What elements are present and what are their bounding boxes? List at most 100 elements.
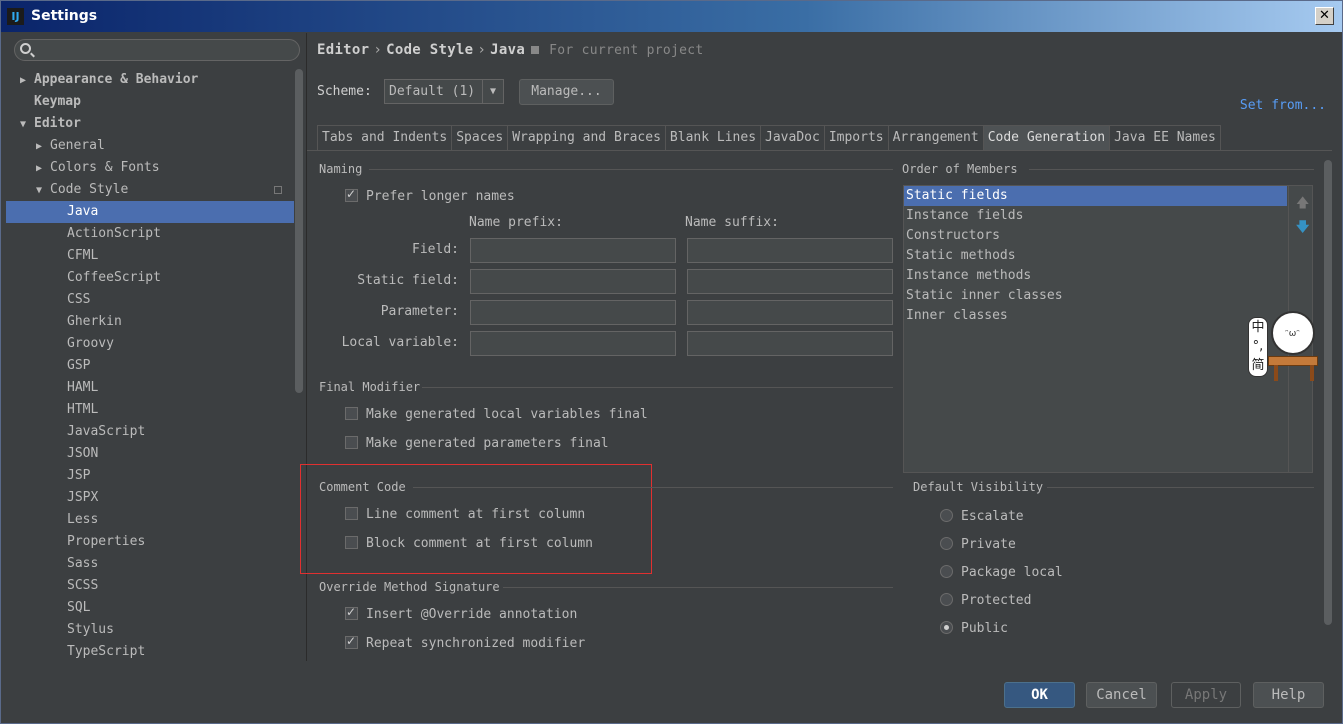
apply-button[interactable]: Apply xyxy=(1171,682,1241,708)
radio-button[interactable] xyxy=(940,537,953,550)
local-variable-prefix-input[interactable] xyxy=(470,331,676,356)
tree-item-actionscript[interactable]: ActionScript xyxy=(6,223,294,245)
tab-tabs-and-indents[interactable]: Tabs and Indents xyxy=(317,125,453,151)
tree-item-sass[interactable]: Sass xyxy=(6,553,294,575)
tree-item-jsp[interactable]: JSP xyxy=(6,465,294,487)
local-variable-suffix-input[interactable] xyxy=(687,331,893,356)
close-icon[interactable]: ✕ xyxy=(1315,7,1334,25)
cancel-button[interactable]: Cancel xyxy=(1086,682,1157,708)
chevron-down-icon[interactable]: ▼ xyxy=(36,180,50,202)
list-item[interactable]: Constructors xyxy=(904,226,1287,246)
content-scrollbar[interactable] xyxy=(1324,160,1332,625)
repeat-synchronized-checkbox[interactable]: Repeat synchronized modifier xyxy=(345,634,585,651)
tree-item-code-style[interactable]: ▼ Code Style xyxy=(6,179,294,201)
field-suffix-input[interactable] xyxy=(687,238,893,263)
checkbox-checked[interactable] xyxy=(345,187,358,202)
naming-title: Naming xyxy=(319,162,363,176)
tree-item-label: JSP xyxy=(67,468,91,483)
ime-mascot-icon[interactable]: 中 °, 简 ᵔωᵔ xyxy=(1244,301,1319,383)
checkbox-unchecked[interactable] xyxy=(345,507,358,520)
tree-item-keymap[interactable]: Keymap xyxy=(6,91,294,113)
tree-item-haml[interactable]: HAML xyxy=(6,377,294,399)
list-item[interactable]: Inner classes xyxy=(904,306,1287,326)
checkbox-unchecked[interactable] xyxy=(345,536,358,549)
tree-item-scss[interactable]: SCSS xyxy=(6,575,294,597)
list-item[interactable]: Instance methods xyxy=(904,266,1287,286)
tree-item-sql[interactable]: SQL xyxy=(6,597,294,619)
tab-blank-lines[interactable]: Blank Lines xyxy=(664,125,762,151)
tree-item-editor[interactable]: ▼ Editor xyxy=(6,113,294,135)
prefer-longer-names-checkbox[interactable]: Prefer longer names xyxy=(345,187,515,204)
radio-protected[interactable]: Protected xyxy=(940,593,1031,608)
parameter-prefix-input[interactable] xyxy=(470,300,676,325)
list-item[interactable]: Static inner classes xyxy=(904,286,1287,306)
tab-spaces[interactable]: Spaces xyxy=(451,125,509,151)
tree-item-jspx[interactable]: JSPX xyxy=(6,487,294,509)
chevron-right-icon[interactable]: ▶ xyxy=(20,70,34,92)
tree-item-typescript[interactable]: TypeScript xyxy=(6,641,294,661)
tree-item-groovy[interactable]: Groovy xyxy=(6,333,294,355)
sidebar-scrollbar[interactable] xyxy=(295,69,303,393)
move-down-icon[interactable]: 🡇 xyxy=(1296,218,1309,240)
tab-imports[interactable]: Imports xyxy=(823,125,889,151)
line-comment-checkbox[interactable]: Line comment at first column xyxy=(345,507,585,522)
tab-code-generation[interactable]: Code Generation xyxy=(982,125,1111,151)
field-prefix-input[interactable] xyxy=(470,238,676,263)
ime-language-indicator[interactable]: 中 °, 简 xyxy=(1248,317,1268,377)
insert-override-checkbox[interactable]: Insert @Override annotation xyxy=(345,605,577,622)
radio-public[interactable]: Public xyxy=(940,621,1008,636)
checkbox-unchecked[interactable] xyxy=(345,436,358,449)
tab-java-ee-names[interactable]: Java EE Names xyxy=(1109,125,1221,151)
tree-item-cfml[interactable]: CFML xyxy=(6,245,294,267)
tree-item-label: CoffeeScript xyxy=(67,270,161,285)
search-input[interactable] xyxy=(37,41,295,59)
list-item[interactable]: Static methods xyxy=(904,246,1287,266)
final-local-vars-checkbox[interactable]: Make generated local variables final xyxy=(345,407,648,422)
static-field-prefix-input[interactable] xyxy=(470,269,676,294)
list-item[interactable]: Instance fields xyxy=(904,206,1287,226)
tab-arrangement[interactable]: Arrangement xyxy=(887,125,984,151)
chevron-right-icon[interactable]: ▶ xyxy=(36,158,50,180)
radio-package-local[interactable]: Package local xyxy=(940,565,1063,580)
move-up-icon[interactable]: 🡅 xyxy=(1296,194,1309,216)
scheme-select[interactable]: Default (1) ▼ xyxy=(384,79,504,104)
checkbox-unchecked[interactable] xyxy=(345,407,358,420)
final-params-checkbox[interactable]: Make generated parameters final xyxy=(345,436,609,451)
tree-item-coffeescript[interactable]: CoffeeScript xyxy=(6,267,294,289)
chevron-right-icon[interactable]: ▶ xyxy=(36,136,50,158)
tree-item-gsp[interactable]: GSP xyxy=(6,355,294,377)
tree-item-gherkin[interactable]: Gherkin xyxy=(6,311,294,333)
list-item[interactable]: Static fields xyxy=(904,186,1287,206)
tree-item-general[interactable]: ▶ General xyxy=(6,135,294,157)
radio-private[interactable]: Private xyxy=(940,537,1016,552)
manage-button[interactable]: Manage... xyxy=(519,79,614,105)
tree-item-html[interactable]: HTML xyxy=(6,399,294,421)
tree-item-colors-fonts[interactable]: ▶ Colors & Fonts xyxy=(6,157,294,179)
tree-item-properties[interactable]: Properties xyxy=(6,531,294,553)
radio-button[interactable] xyxy=(940,593,953,606)
ok-button[interactable]: OK xyxy=(1004,682,1075,708)
chevron-down-icon[interactable]: ▼ xyxy=(482,80,503,103)
tree-item-css[interactable]: CSS xyxy=(6,289,294,311)
tree-item-json[interactable]: JSON xyxy=(6,443,294,465)
radio-escalate[interactable]: Escalate xyxy=(940,509,1024,524)
checkbox-checked[interactable] xyxy=(345,634,358,649)
help-button[interactable]: Help xyxy=(1253,682,1324,708)
radio-button[interactable] xyxy=(940,565,953,578)
tab-javadoc[interactable]: JavaDoc xyxy=(760,125,825,151)
static-field-suffix-input[interactable] xyxy=(687,269,893,294)
set-from-link[interactable]: Set from... xyxy=(1240,98,1326,113)
settings-search[interactable] xyxy=(14,39,300,61)
checkbox-checked[interactable] xyxy=(345,605,358,620)
tab-wrapping-and-braces[interactable]: Wrapping and Braces xyxy=(507,125,666,151)
tree-item-appearance-behavior[interactable]: ▶ Appearance & Behavior xyxy=(6,69,294,91)
radio-button[interactable] xyxy=(940,509,953,522)
block-comment-checkbox[interactable]: Block comment at first column xyxy=(345,536,593,551)
tree-item-java[interactable]: Java xyxy=(6,201,294,223)
tree-item-less[interactable]: Less xyxy=(6,509,294,531)
tree-item-stylus[interactable]: Stylus xyxy=(6,619,294,641)
radio-button-selected[interactable] xyxy=(940,621,953,634)
tree-item-javascript[interactable]: JavaScript xyxy=(6,421,294,443)
chevron-down-icon[interactable]: ▼ xyxy=(20,114,34,136)
parameter-suffix-input[interactable] xyxy=(687,300,893,325)
